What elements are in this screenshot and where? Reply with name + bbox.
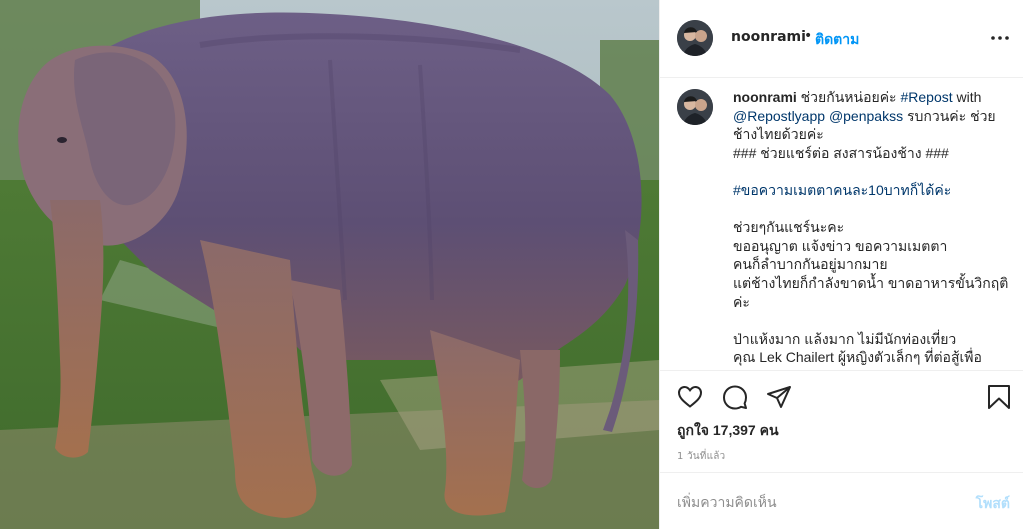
caption-username[interactable]: noonrami [733, 89, 797, 105]
caption-body: ช่วยๆกันแชร์นะคะ ขออนุญาต แจ้งข่าว ขอควา… [733, 219, 1009, 366]
post-caption: noonrami ช่วยกันหน่อยค่ะ #Repost with @R… [733, 88, 1019, 367]
paper-plane-icon[interactable] [766, 384, 792, 410]
post-timestamp[interactable]: 1 วันที่แล้ว [677, 449, 725, 464]
elephant-photo-illustration [0, 0, 659, 529]
mention-repostlyapp[interactable]: @Repostlyapp [733, 108, 825, 124]
bookmark-icon[interactable] [986, 384, 1012, 410]
post-photo[interactable] [0, 0, 659, 529]
caption-author-avatar[interactable] [677, 89, 713, 125]
comment-input[interactable] [677, 492, 957, 512]
mention-penpakss[interactable]: @penpakss [829, 108, 903, 124]
avatar-image [677, 89, 713, 125]
more-options-icon[interactable] [990, 30, 1010, 46]
likes-count[interactable]: ถูกใจ 17,397 คน [677, 420, 779, 442]
author-avatar[interactable] [677, 20, 713, 56]
follow-button[interactable]: ติดตาม [815, 29, 859, 51]
comment-icon[interactable] [722, 384, 748, 410]
heart-icon[interactable] [677, 384, 703, 410]
comment-bar: โพสต์ [660, 472, 1023, 529]
post-actions: ถูกใจ 17,397 คน 1 วันที่แล้ว โพสต์ [660, 370, 1023, 529]
author-username[interactable]: noonrami [731, 29, 806, 45]
post-header: noonrami • ติดตาม [660, 0, 1023, 78]
hashtag-repost[interactable]: #Repost [900, 89, 952, 105]
caption-text-with: with [952, 89, 986, 105]
avatar-image [677, 20, 713, 56]
post-details-panel: noonrami • ติดตาม noonrami ช่วยกันหน่อยค… [659, 0, 1023, 529]
hashtag-mercy[interactable]: #ขอความเมตตาคนละ10บาทก็ได้ค่ะ [733, 182, 951, 198]
caption-section: noonrami ช่วยกันหน่อยค่ะ #Repost with @R… [660, 79, 1023, 369]
caption-text-1: ช่วยกันหน่อยค่ะ [796, 89, 901, 105]
header-separator: • [804, 28, 813, 44]
post-comment-button[interactable]: โพสต์ [976, 493, 1010, 515]
